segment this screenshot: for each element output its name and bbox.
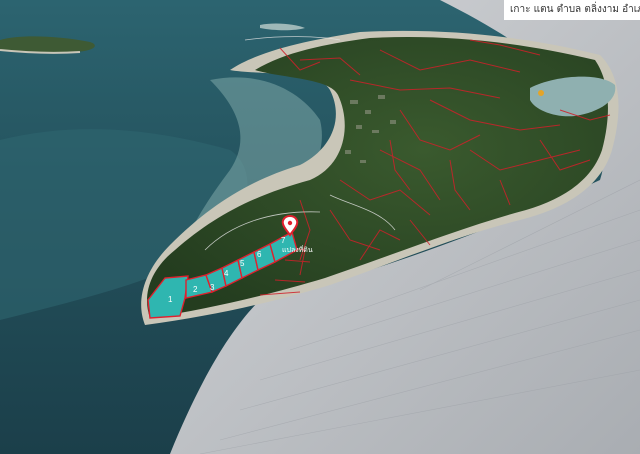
area-label: แปลงที่ดิน (282, 245, 313, 254)
plot-3-label: 3 (210, 283, 215, 292)
location-pin-icon (538, 90, 544, 96)
satellite-map[interactable]: 1 2 3 4 5 6 7 แปลงที่ดิน (0, 0, 640, 454)
plot-6-label: 6 (257, 250, 262, 259)
plot-7-label: 7 (281, 236, 286, 245)
plot-5-label: 5 (240, 259, 245, 268)
plot-2-label: 2 (193, 285, 198, 294)
map-caption: เกาะ แตน ตำบล ตลิ่งงาม อำเภอเกาะสมุย สุร… (504, 0, 640, 20)
plot-4-label: 4 (224, 269, 229, 278)
plot-1-label: 1 (168, 295, 173, 304)
